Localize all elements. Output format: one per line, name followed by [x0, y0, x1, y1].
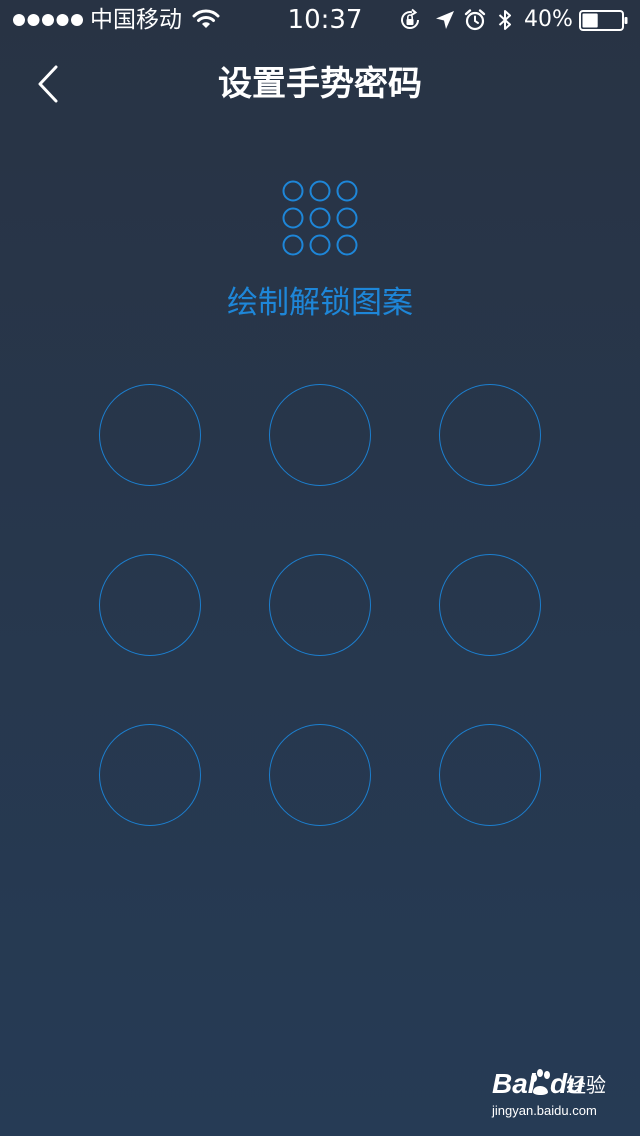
baidu-jingyan-watermark: Bai du 经验 jingyan.baidu.com: [488, 1066, 618, 1126]
gesture-node-4[interactable]: [99, 554, 201, 656]
gesture-node-3[interactable]: [439, 384, 541, 486]
gesture-node-5[interactable]: [269, 554, 371, 656]
watermark-url: jingyan.baidu.com: [492, 1103, 597, 1118]
gesture-node-8[interactable]: [269, 724, 371, 826]
gesture-pad[interactable]: [0, 0, 640, 1136]
gesture-node-9[interactable]: [439, 724, 541, 826]
gesture-node-6[interactable]: [439, 554, 541, 656]
watermark-product: 经验: [566, 1073, 606, 1097]
gesture-node-2[interactable]: [269, 384, 371, 486]
gesture-node-1[interactable]: [99, 384, 201, 486]
gesture-node-7[interactable]: [99, 724, 201, 826]
